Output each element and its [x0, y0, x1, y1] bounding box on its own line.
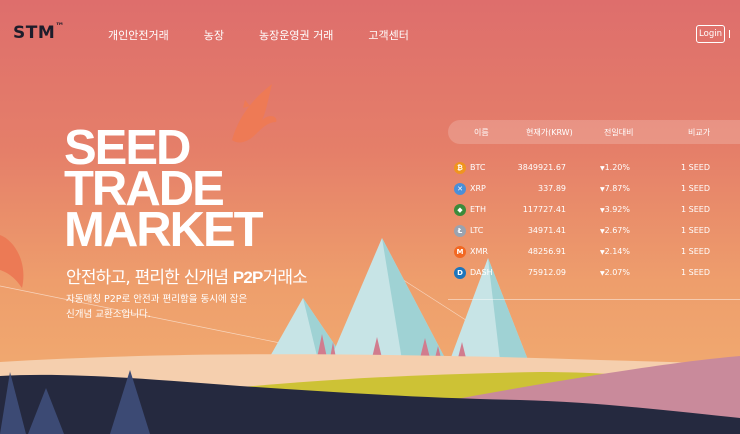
ripple-icon: ✕ — [454, 183, 466, 195]
coin-name: ETH — [470, 205, 486, 214]
ticker-row[interactable]: ₿ BTC 3849921.67 ▼ -1.20% 1 SEED — [448, 158, 740, 179]
coin-change: -2.14% — [601, 247, 630, 256]
monero-icon: M — [454, 246, 466, 258]
ticker-row[interactable]: M XMR 48256.91 ▼ -2.14% 1 SEED — [448, 242, 740, 263]
coin-change: -2.07% — [601, 268, 630, 277]
coin-price: 337.89 — [538, 184, 566, 193]
ethereum-icon: ◆ — [454, 204, 466, 216]
site-header: STM™ 개인안전거래 농장 농장운영권 거래 고객센터 Login — [0, 0, 740, 66]
col-name: 이름 — [474, 128, 489, 137]
col-price: 현재가(KRW) — [526, 128, 573, 137]
ticker-row[interactable]: ✕ XRP 337.89 ▼ -7.87% 1 SEED — [448, 179, 740, 200]
coin-name: LTC — [470, 226, 484, 235]
price-ticker-table: 이름 현재가(KRW) 전일대비 비교가 ₿ BTC 3849921.67 ▼ -1.2… — [448, 120, 740, 284]
coin-compare: 1 SEED — [681, 226, 710, 235]
dash-icon: D — [454, 267, 466, 279]
hero-subtitle: 안전하고, 편리한 신개념 P2P거래소 — [66, 268, 308, 288]
nav-item-customer-center[interactable]: 고객센터 — [368, 27, 408, 43]
coin-name: XMR — [470, 247, 488, 256]
nav-item-farm[interactable]: 농장 — [204, 27, 224, 43]
ticker-row[interactable]: D DASH 75912.09 ▼ -2.07% 1 SEED — [448, 263, 740, 284]
coin-price: 48256.91 — [527, 247, 566, 256]
ticker-divider — [448, 299, 740, 300]
header-divider — [729, 30, 730, 38]
coin-change: -7.87% — [601, 184, 630, 193]
bitcoin-icon: ₿ — [454, 162, 466, 174]
coin-compare: 1 SEED — [681, 268, 710, 277]
col-compare: 비교가 — [688, 128, 711, 137]
coin-name: BTC — [470, 163, 486, 172]
login-button[interactable]: Login — [696, 25, 725, 43]
coin-change: -2.67% — [601, 226, 630, 235]
nav-item-personal-trade[interactable]: 개인안전거래 — [108, 27, 169, 43]
coin-compare: 1 SEED — [681, 184, 710, 193]
ticker-header: 이름 현재가(KRW) 전일대비 비교가 — [448, 120, 740, 144]
main-nav: 개인안전거래 농장 농장운영권 거래 고객센터 — [108, 27, 444, 43]
coin-price: 34971.41 — [527, 226, 566, 235]
tree-silhouette-left — [0, 235, 24, 288]
site-logo[interactable]: STM™ — [13, 22, 65, 43]
coin-name: DASH — [470, 268, 493, 277]
ticker-row[interactable]: Ł LTC 34971.41 ▼ -2.67% 1 SEED — [448, 221, 740, 242]
coin-compare: 1 SEED — [681, 205, 710, 214]
coin-price: 117727.41 — [522, 205, 566, 214]
coin-price: 3849921.67 — [517, 163, 566, 172]
coin-compare: 1 SEED — [681, 163, 710, 172]
coin-compare: 1 SEED — [681, 247, 710, 256]
hero-title-line: MARKET — [64, 203, 264, 257]
coin-change: -3.92% — [601, 205, 630, 214]
litecoin-icon: Ł — [454, 225, 466, 237]
hero-title: SEED TRADE MARKET — [64, 124, 264, 257]
coin-change: -1.20% — [601, 163, 630, 172]
nav-item-farm-rights-trade[interactable]: 농장운영권 거래 — [259, 27, 333, 43]
col-change: 전일대비 — [604, 128, 634, 137]
coin-price: 75912.09 — [527, 268, 566, 277]
ticker-row[interactable]: ◆ ETH 117727.41 ▼ -3.92% 1 SEED — [448, 200, 740, 221]
hero-description: 자동매칭 P2P로 안전과 편리함을 동시에 잡은 신개념 교환소입니다. — [66, 294, 248, 320]
coin-name: XRP — [470, 184, 486, 193]
